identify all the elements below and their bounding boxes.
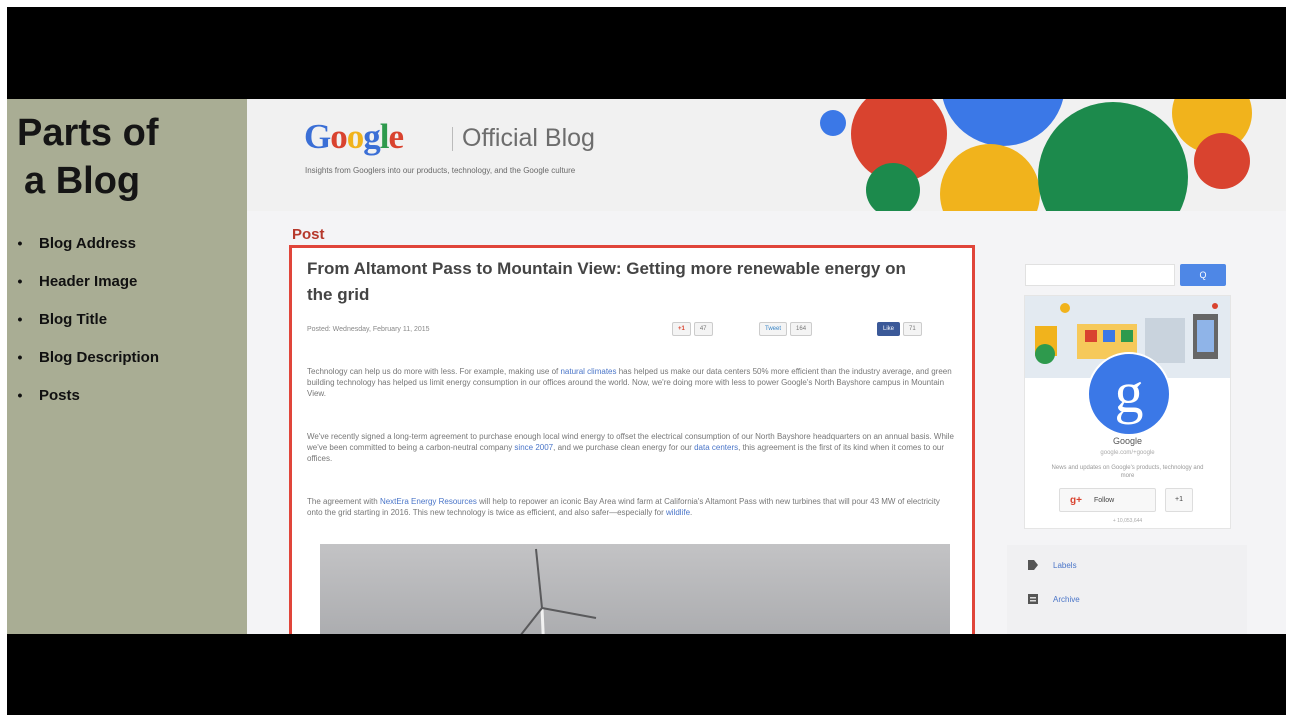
post-title[interactable]: From Altamont Pass to Mountain View: Get… <box>307 256 907 308</box>
gplus-count: 47 <box>693 322 713 336</box>
turbine-icon <box>520 548 597 634</box>
blog-title[interactable]: Official Blog <box>462 124 595 153</box>
bottom-letterbox <box>7 634 1286 715</box>
label-tag-icon <box>1028 560 1038 570</box>
top-letterbox <box>7 7 1286 99</box>
post-paragraph: Technology can help us do more with less… <box>307 367 952 398</box>
profile-description: News and updates on Google's products, t… <box>1051 465 1204 479</box>
plusone-button[interactable]: +1 <box>1165 488 1193 512</box>
bullet-list: • Blog Address • Header Image • Blog Title … <box>15 235 159 425</box>
logo-divider <box>452 127 453 151</box>
slide-panel: Parts of a Blog • Blog Address • Header Im… <box>7 99 247 634</box>
slide-title-line2: a Blog <box>24 160 141 202</box>
post-container: From Altamont Pass to Mountain View: Get… <box>289 245 975 634</box>
bullet-item: • Blog Description <box>15 349 159 387</box>
profile-handle: google.com/+google <box>1100 450 1155 456</box>
bullet-dot-icon: • <box>17 349 23 365</box>
bullet-item: • Blog Title <box>15 311 159 349</box>
inline-link[interactable]: since 2007 <box>514 443 553 452</box>
follow-label: Follow <box>1093 496 1115 504</box>
post-paragraph: The agreement with NextEra Energy Resour… <box>307 497 940 517</box>
post-paragraph: We've recently signed a long-term agreem… <box>307 432 954 463</box>
post-meta: Posted: Wednesday, February 11, 2015 <box>307 326 430 333</box>
bullet-dot-icon: • <box>17 387 23 403</box>
gplus-share[interactable]: +1 47 <box>672 322 713 336</box>
search-icon: Q <box>1199 270 1207 280</box>
follow-button[interactable]: g+ Follow <box>1059 488 1156 512</box>
sidebar-item-archive[interactable]: Archive <box>1027 593 1080 605</box>
bullet-item: • Header Image <box>15 273 159 311</box>
like-count: 71 <box>903 322 922 336</box>
bullet-item: • Blog Address <box>15 235 159 273</box>
blog-screenshot: Google Official Blog Insights from Googl… <box>247 99 1286 634</box>
wind-turbine-image <box>320 544 950 634</box>
gplus-icon: g+ <box>1070 494 1082 506</box>
inline-link[interactable]: NextEra Energy Resources <box>380 497 477 506</box>
tweet-button[interactable]: Tweet <box>759 322 788 336</box>
search-input[interactable] <box>1025 264 1175 286</box>
search-button[interactable]: Q <box>1180 264 1226 286</box>
inline-link[interactable]: data centers <box>694 443 738 452</box>
bullet-dot-icon: • <box>17 235 23 251</box>
slide-title-line1: Parts of <box>17 112 159 154</box>
archive-icon <box>1028 594 1038 604</box>
google-avatar[interactable]: g <box>1087 352 1171 436</box>
blog-sidebar: Q g Google google.com/+google News and u… <box>1007 249 1247 634</box>
slide-title: Parts of a Blog <box>17 109 237 205</box>
bullet-dot-icon: • <box>17 311 23 327</box>
follower-count: + 10,053,644 <box>1112 518 1143 524</box>
blog-header: Google Official Blog Insights from Googl… <box>247 99 1286 211</box>
profile-card: g Google google.com/+google News and upd… <box>1024 295 1231 529</box>
google-logo[interactable]: Google <box>304 117 404 157</box>
tweet-count: 164 <box>790 322 813 336</box>
sidebar-links: Labels Archive <box>1007 545 1247 634</box>
bullet-dot-icon: • <box>17 273 23 289</box>
facebook-share[interactable]: Like 71 <box>877 322 922 336</box>
blog-description: Insights from Googlers into our products… <box>305 166 576 175</box>
profile-name[interactable]: Google <box>1025 436 1230 446</box>
inline-link[interactable]: wildlife <box>666 508 690 517</box>
sidebar-item-labels[interactable]: Labels <box>1027 559 1077 571</box>
post-annotation-label: Post <box>292 226 325 243</box>
tweet-share[interactable]: Tweet 164 <box>759 322 813 336</box>
inline-link[interactable]: natural climates <box>560 367 616 376</box>
bullet-item: • Posts <box>15 387 159 425</box>
gplus-button[interactable]: +1 <box>672 322 691 336</box>
like-button[interactable]: Like <box>877 322 901 336</box>
